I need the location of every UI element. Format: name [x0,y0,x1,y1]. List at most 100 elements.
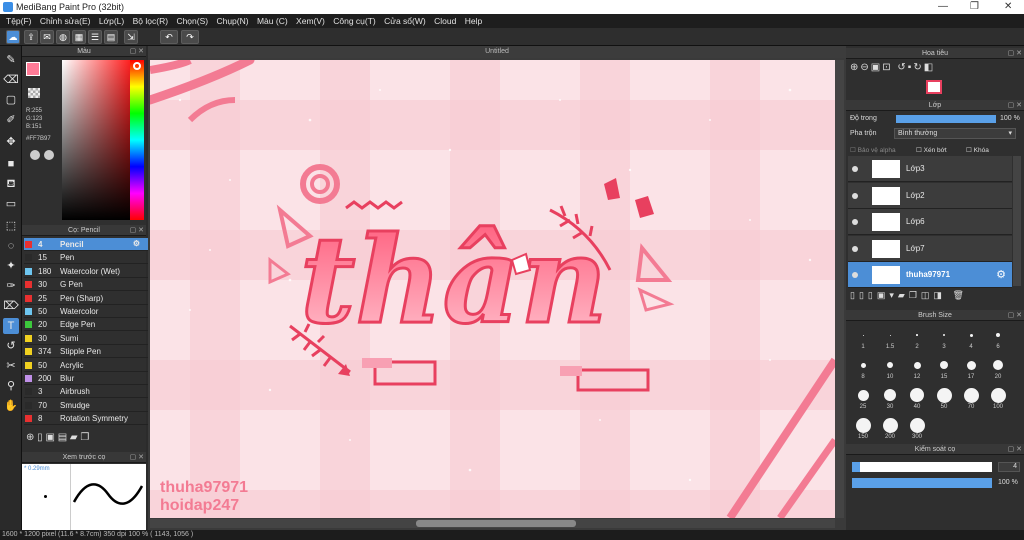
menu-snap[interactable]: Chụp(N) [216,16,248,26]
transform-icon[interactable]: ⇲ [124,30,138,44]
layer-scrollbar[interactable] [1013,156,1021,286]
opacity-slider[interactable] [896,115,996,123]
brush-size-option[interactable]: 2 [904,326,930,350]
canvas-hscroll-thumb[interactable] [416,520,576,527]
brush-size-option[interactable]: 25 [850,386,876,410]
saturation-value-picker[interactable] [62,60,132,220]
brush-item[interactable]: 3 Airbrush [24,385,154,399]
transparent-swatch[interactable] [28,88,40,98]
brush-item[interactable]: 30 G Pen [24,278,154,292]
menu-color[interactable]: Màu (C) [257,16,288,26]
brush-item[interactable]: 30 Sumi [24,332,154,345]
cloud-icon[interactable]: ☁ [6,30,20,44]
brush-size-option[interactable]: 12 [904,356,930,380]
brush-size-option[interactable]: 150 [850,416,876,440]
new-8bit-layer-icon[interactable]: ▯ [868,290,877,300]
canvas[interactable]: thân thuha97971 hoidap247 [150,60,835,518]
new-halftone-layer-icon[interactable]: ▯ [859,290,868,300]
brush-size-option[interactable]: 30 [877,386,903,410]
brush-size-option[interactable]: 20 [985,356,1011,380]
upload-icon[interactable]: ⇪ [24,30,38,44]
maximize-icon[interactable]: ❐ [970,1,979,12]
flip-icon[interactable]: ◧ [924,62,935,73]
brush-size-option[interactable]: 15 [931,356,957,380]
lasso-tool-icon[interactable]: ◌ [3,238,19,254]
brush-item[interactable]: 15 Pen [24,251,154,265]
navigator-thumbnail[interactable] [926,80,942,94]
rect-tool-icon[interactable]: ▢ [3,92,19,108]
visibility-eye-icon[interactable] [852,272,858,278]
add-brush-icon[interactable]: ⊕ [26,432,37,443]
folder-icon[interactable]: ▰ [70,432,80,443]
eraser-tool-icon[interactable]: ⌫ [3,72,19,88]
brush-menu-icon[interactable]: ▣ [45,432,57,443]
brush-item[interactable]: 200 Blur [24,372,154,385]
list-icon[interactable]: ☰ [88,30,102,44]
minimize-icon[interactable]: — [938,1,948,12]
folder-icon[interactable]: ▰ [898,290,909,300]
canvas-vscroll[interactable] [835,60,844,518]
add-layer-menu-icon[interactable]: ▣▾ [877,290,898,300]
redo-icon[interactable]: ↷ [181,30,199,44]
lock-checkbox[interactable]: ☐ Khóa [966,146,989,154]
select-eraser-icon[interactable]: ⌦ [3,298,19,314]
select-pen-icon[interactable]: ✑ [3,278,19,294]
rotate-left-icon[interactable]: ↺ [897,62,907,73]
menu-help[interactable]: Help [465,16,482,26]
magic-wand-icon[interactable]: ✦ [3,258,19,274]
brush-size-option[interactable]: 3 [931,326,957,350]
move-tool-icon[interactable]: ✥ [3,134,19,150]
duplicate-layer-icon[interactable]: ❐ [909,290,921,300]
brush-item[interactable]: 20 Edge Pen [24,318,154,332]
menu-filter[interactable]: Bộ lọc(R) [133,16,168,26]
actual-size-icon[interactable]: ⊡ [882,62,892,73]
layer-settings-icon[interactable]: ◨ [933,290,946,300]
hand-tool-icon[interactable]: ✋ [3,398,19,414]
menu-tools[interactable]: Công cụ(T) [333,16,376,26]
hue-slider[interactable] [130,60,144,220]
duplicate-icon[interactable]: ❐ [80,432,89,443]
menu-file[interactable]: Tệp(F) [6,16,32,26]
brush-size-option[interactable]: 17 [958,356,984,380]
brush-size-option[interactable]: 6 [985,326,1011,350]
panel-close-icon[interactable]: ▢ ✕ [130,452,144,463]
select-tool-icon[interactable]: ⬚ [3,218,19,234]
brush-item[interactable]: 70 Smudge [24,399,154,412]
canvas-hscroll[interactable] [150,519,835,528]
visibility-eye-icon[interactable] [852,192,858,199]
brush-size-slider[interactable] [852,462,992,472]
text-tool-icon[interactable]: T [3,318,19,334]
visibility-eye-icon[interactable] [852,245,858,252]
visibility-eye-icon[interactable] [852,166,858,172]
menu-cloud[interactable]: Cloud [434,16,456,26]
brush-size-option[interactable]: 300 [904,416,930,440]
grid-icon[interactable]: ▦ [72,30,86,44]
menu-window[interactable]: Cửa sổ(W) [384,16,426,26]
brush-size-option[interactable]: 50 [931,386,957,410]
layer-row[interactable]: Lớp7 [848,235,1012,262]
hue-handle[interactable] [133,62,141,70]
brush-size-option[interactable]: 4 [958,326,984,350]
brush-item[interactable]: 25 Pen (Sharp) [24,292,154,305]
palette-icon[interactable] [30,150,40,160]
brush-size-option[interactable]: 40 [904,386,930,410]
brush-size-option[interactable]: 10 [877,356,903,380]
operation-tool-icon[interactable]: ↺ [3,338,19,354]
menu-view[interactable]: Xem(V) [296,16,325,26]
brush-opacity-slider[interactable] [852,478,992,488]
new-layer-icon[interactable]: ▯ [850,290,859,300]
merge-down-icon[interactable]: ◫ [921,290,934,300]
shape-tool-icon[interactable]: ■ [3,156,19,172]
palette-settings-icon[interactable] [44,150,54,160]
fit-icon[interactable]: ▣ [871,62,882,73]
menu-layer[interactable]: Lớp(L) [99,16,124,26]
menu-edit[interactable]: Chỉnh sửa(E) [40,16,91,26]
primary-color-swatch[interactable] [26,62,40,76]
brush-item[interactable]: 374 Stipple Pen [24,345,154,359]
layer-row[interactable]: Lớp6 [848,209,1012,235]
panel-close-icon[interactable]: ▢ ✕ [1008,310,1022,321]
layer-row[interactable]: Lớp3 [848,156,1012,182]
dot-tool-icon[interactable]: ✐ [3,112,19,128]
layer-row[interactable]: Lớp2 [848,182,1012,209]
delete-layer-icon[interactable]: 🗑 [952,290,967,300]
